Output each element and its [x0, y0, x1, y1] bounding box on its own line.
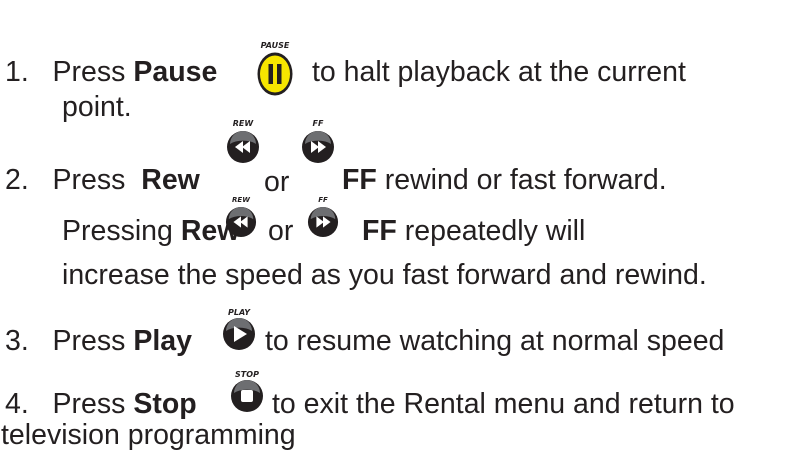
step-3-number: 3. — [5, 325, 29, 357]
play-caption: PLAY — [227, 308, 251, 317]
stop-icon — [231, 380, 263, 412]
rew-caption-large: REW — [232, 119, 254, 128]
step-4-number: 4. — [5, 388, 29, 420]
step-4-verb: Press — [52, 388, 126, 420]
rew-caption-small: REW — [232, 196, 250, 204]
play-button: PLAY — [222, 309, 256, 351]
step-2-text: rewind or fast forward. — [384, 164, 667, 196]
rewind-icon — [225, 206, 257, 238]
step-2-or: or — [264, 165, 289, 199]
step-4-text: to exit the Rental menu and return to — [272, 388, 735, 420]
stop-caption: STOP — [235, 370, 259, 379]
step-1-line-2: point. — [62, 90, 132, 124]
step-3-line-1: 3. Press Play — [5, 324, 192, 358]
step-1-continuation: point. — [62, 91, 132, 123]
ff-caption-small: FF — [318, 196, 328, 204]
step-3-text: to resume watching at normal speed — [265, 325, 725, 357]
step-4-keyword: Stop — [133, 388, 197, 420]
step-4-line-1: 4. Press Stop — [5, 387, 197, 421]
step-2-keyword-rew: Rew — [141, 164, 200, 196]
step-2-or-text-2: or — [268, 215, 294, 247]
rew-button-large: REW — [226, 120, 260, 164]
step-2-line-3: increase the speed as you fast forward a… — [62, 258, 707, 292]
step-4-line-2: television programming — [1, 418, 296, 452]
step-4-continuation: television programming — [1, 419, 296, 451]
step-2-keyword-ff: FF — [342, 164, 377, 196]
fast-forward-icon — [307, 206, 339, 238]
step-3-keyword: Play — [133, 325, 192, 357]
step-2-or-text: or — [264, 166, 290, 198]
step-2-keyword-ff-2: FF — [362, 215, 397, 247]
step-2-number: 2. — [5, 164, 29, 196]
pause-caption: PAUSE — [260, 41, 290, 50]
step-3-verb: Press — [52, 325, 126, 357]
ff-caption-large: FF — [312, 119, 324, 128]
ff-button-large: FF — [301, 120, 335, 164]
pause-button: PAUSE — [256, 42, 294, 97]
play-icon — [223, 318, 255, 350]
step-2-line-1-end: FF rewind or fast forward. — [342, 163, 667, 197]
step-2-verb: Press — [52, 164, 126, 196]
step-2-line-2-end: FF repeatedly will — [362, 214, 585, 248]
stop-button: STOP — [230, 371, 264, 413]
pause-icon — [257, 52, 293, 96]
step-1-line-1: 1. Press Pause — [5, 55, 217, 89]
step-2-line-2: Pressing Rew — [62, 214, 239, 248]
step-2-or-2: or — [268, 214, 293, 248]
rew-button-small: REW — [225, 196, 257, 238]
step-1-verb: Press — [52, 56, 126, 88]
step-1-number: 1. — [5, 56, 29, 88]
step-1-line-1-end: to halt playback at the current — [312, 55, 686, 89]
step-1-keyword: Pause — [133, 56, 218, 88]
step-2-increase: increase the speed as you fast forward a… — [62, 259, 707, 291]
step-2-pressing: Pressing — [62, 215, 173, 247]
rewind-icon — [227, 131, 259, 163]
step-2-repeatedly: repeatedly will — [404, 215, 586, 247]
step-3-line-1-end: to resume watching at normal speed — [265, 324, 724, 358]
step-4-line-1-end: to exit the Rental menu and return to — [272, 387, 735, 421]
ff-button-small: FF — [307, 196, 339, 238]
step-1-text: to halt playback at the current — [312, 56, 686, 88]
step-2-line-1: 2. Press Rew — [5, 163, 200, 197]
fast-forward-icon — [302, 131, 334, 163]
